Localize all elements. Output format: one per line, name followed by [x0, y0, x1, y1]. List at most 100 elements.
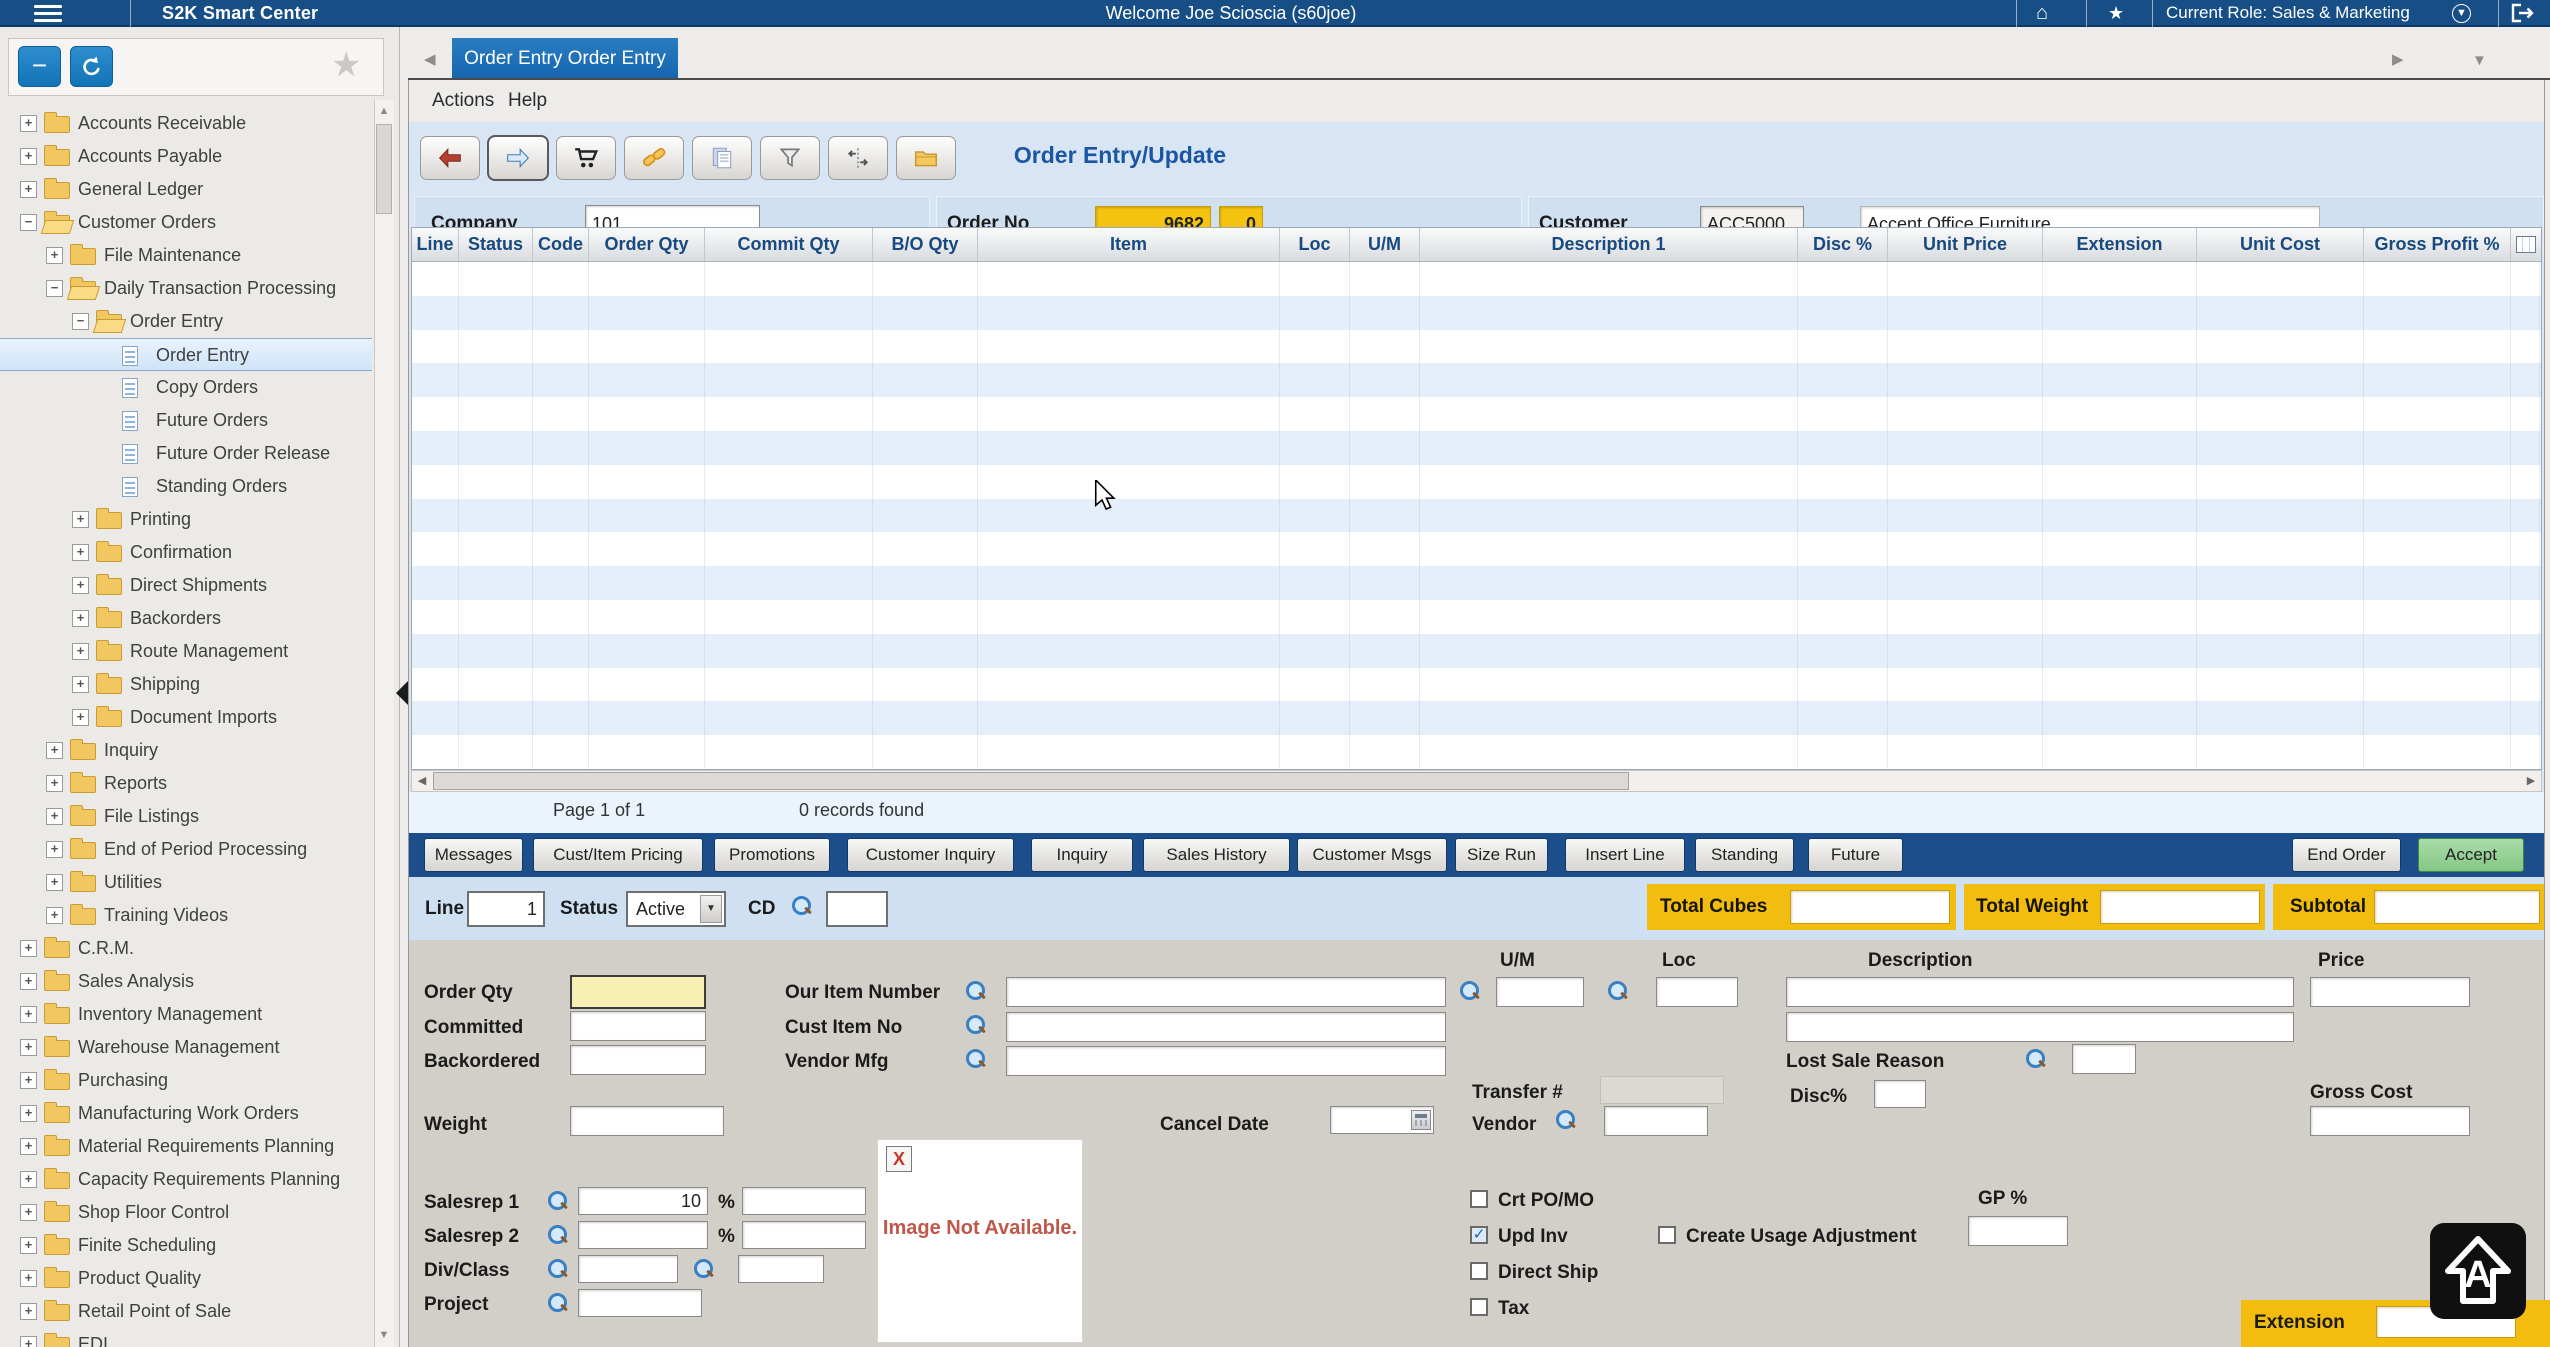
expand-toggle-icon[interactable]: + [46, 907, 63, 924]
salesrep2-pct-field[interactable] [742, 1221, 866, 1249]
tab-list-dropdown-icon[interactable]: ▼ [2472, 52, 2487, 69]
action-button-customer-msgs[interactable]: Customer Msgs [1297, 838, 1447, 872]
tree-item-future-orders[interactable]: Future Orders [0, 404, 372, 437]
tree-item-document-imports[interactable]: +Document Imports [0, 701, 372, 734]
grid-row-empty[interactable] [412, 701, 2541, 735]
accept-button[interactable]: Accept [2418, 838, 2524, 872]
tree-item-warehouse-management[interactable]: +Warehouse Management [0, 1031, 372, 1064]
item-search-icon[interactable] [964, 979, 986, 1003]
tax-checkbox[interactable] [1470, 1298, 1488, 1316]
expand-toggle-icon[interactable]: + [20, 1237, 37, 1254]
hamburger-menu-icon[interactable] [34, 5, 62, 22]
div-search-icon[interactable] [546, 1257, 568, 1281]
grid-row-empty[interactable] [412, 397, 2541, 431]
column-header-unit-price[interactable]: Unit Price [1888, 228, 2043, 261]
action-button-cust-item-pricing[interactable]: Cust/Item Pricing [533, 838, 703, 872]
tree-item-printing[interactable]: +Printing [0, 503, 372, 536]
expand-toggle-icon[interactable]: + [20, 1171, 37, 1188]
column-chooser-icon[interactable] [2516, 236, 2536, 253]
tree-item-route-management[interactable]: +Route Management [0, 635, 372, 668]
tree-item-customer-orders[interactable]: −Customer Orders [0, 206, 372, 239]
weight-field[interactable] [570, 1106, 724, 1136]
tree-item-file-listings[interactable]: +File Listings [0, 800, 372, 833]
salesrep2-search-icon[interactable] [546, 1223, 568, 1247]
scroll-down-icon[interactable]: ▼ [375, 1325, 393, 1345]
status-select[interactable]: Active ▼ [626, 891, 726, 927]
expand-toggle-icon[interactable]: + [72, 610, 89, 627]
expand-toggle-icon[interactable]: + [20, 1006, 37, 1023]
action-button-inquiry[interactable]: Inquiry [1031, 838, 1133, 872]
column-header-order-qty[interactable]: Order Qty [589, 228, 705, 261]
tree-item-daily-transaction-processing[interactable]: −Daily Transaction Processing [0, 272, 372, 305]
description-field-1[interactable] [1786, 977, 2294, 1007]
column-header-status[interactable]: Status [459, 228, 533, 261]
expand-toggle-icon[interactable]: + [20, 1039, 37, 1056]
expand-toggle-icon[interactable]: + [20, 1072, 37, 1089]
grid-row-empty[interactable] [412, 431, 2541, 465]
grid-hscrollbar-thumb[interactable] [433, 772, 1629, 790]
tab-scroll-right-icon[interactable]: ▶ [2392, 50, 2404, 68]
tree-item-reports[interactable]: +Reports [0, 767, 372, 800]
vendor-field[interactable] [1604, 1106, 1708, 1136]
expand-toggle-icon[interactable]: + [46, 808, 63, 825]
tree-item-order-entry[interactable]: −Order Entry [0, 305, 372, 338]
tree-item-sales-analysis[interactable]: +Sales Analysis [0, 965, 372, 998]
action-button-sales-history[interactable]: Sales History [1143, 838, 1290, 872]
action-button-standing[interactable]: Standing [1695, 838, 1794, 872]
column-header-description-1[interactable]: Description 1 [1420, 228, 1798, 261]
vendor-mfg-field[interactable] [1006, 1046, 1446, 1076]
column-header-extension[interactable]: Extension [2043, 228, 2197, 261]
expand-toggle-icon[interactable]: + [72, 511, 89, 528]
tree-item-product-quality[interactable]: +Product Quality [0, 1262, 372, 1295]
forward-button[interactable] [488, 136, 548, 180]
star-icon[interactable]: ★ [2108, 1, 2124, 26]
grid-row-empty[interactable] [412, 735, 2541, 769]
column-header-commit-qty[interactable]: Commit Qty [705, 228, 873, 261]
gross-cost-field[interactable] [2310, 1106, 2470, 1136]
expand-toggle-icon[interactable]: + [20, 1303, 37, 1320]
end-order-button[interactable]: End Order [2292, 838, 2401, 872]
menu-help[interactable]: Help [508, 90, 547, 112]
gp-field[interactable] [1968, 1216, 2068, 1246]
column-chooser-cell[interactable] [2511, 228, 2540, 261]
class-field[interactable] [738, 1255, 824, 1283]
lost-sale-reason-field[interactable] [2072, 1044, 2136, 1074]
upd-inv-checkbox[interactable]: ✓ [1470, 1226, 1488, 1244]
expand-toggle-icon[interactable]: + [46, 841, 63, 858]
action-button-customer-inquiry[interactable]: Customer Inquiry [847, 838, 1014, 872]
expand-toggle-icon[interactable]: + [46, 775, 63, 792]
tree-item-end-of-period-processing[interactable]: +End of Period Processing [0, 833, 372, 866]
merge-button[interactable] [828, 136, 888, 180]
tree-item-backorders[interactable]: +Backorders [0, 602, 372, 635]
expand-toggle-icon[interactable]: + [46, 742, 63, 759]
grid-row-empty[interactable] [412, 532, 2541, 566]
expand-toggle-icon[interactable]: − [46, 280, 63, 297]
tree-item-confirmation[interactable]: +Confirmation [0, 536, 372, 569]
price-field[interactable] [2310, 977, 2470, 1007]
tree-item-general-ledger[interactable]: +General Ledger [0, 173, 372, 206]
crt-pomo-checkbox[interactable] [1470, 1190, 1488, 1208]
column-header-u-m[interactable]: U/M [1350, 228, 1420, 261]
tree-item-edi[interactable]: +EDI [0, 1328, 372, 1347]
expand-toggle-icon[interactable]: + [46, 247, 63, 264]
filter-button[interactable] [760, 136, 820, 180]
tree-item-copy-orders[interactable]: Copy Orders [0, 371, 372, 404]
action-button-size-run[interactable]: Size Run [1455, 838, 1548, 872]
expand-toggle-icon[interactable]: + [46, 874, 63, 891]
column-header-code[interactable]: Code [533, 228, 589, 261]
tree-item-order-entry[interactable]: Order Entry [0, 338, 372, 371]
scroll-left-icon[interactable]: ◀ [412, 771, 432, 791]
tree-item-c-r-m[interactable]: +C.R.M. [0, 932, 372, 965]
tree-item-shop-floor-control[interactable]: +Shop Floor Control [0, 1196, 372, 1229]
action-button-insert-line[interactable]: Insert Line [1565, 838, 1685, 872]
grid-row-empty[interactable] [412, 499, 2541, 533]
action-button-future[interactable]: Future [1808, 838, 1903, 872]
tree-item-shipping[interactable]: +Shipping [0, 668, 372, 701]
grid-row-empty[interactable] [412, 465, 2541, 499]
tree-item-direct-shipments[interactable]: +Direct Shipments [0, 569, 372, 602]
expand-toggle-icon[interactable]: + [72, 709, 89, 726]
expand-toggle-icon[interactable]: + [20, 115, 37, 132]
paste-button[interactable] [692, 136, 752, 180]
expand-toggle-icon[interactable]: + [72, 577, 89, 594]
expand-toggle-icon[interactable]: + [20, 148, 37, 165]
